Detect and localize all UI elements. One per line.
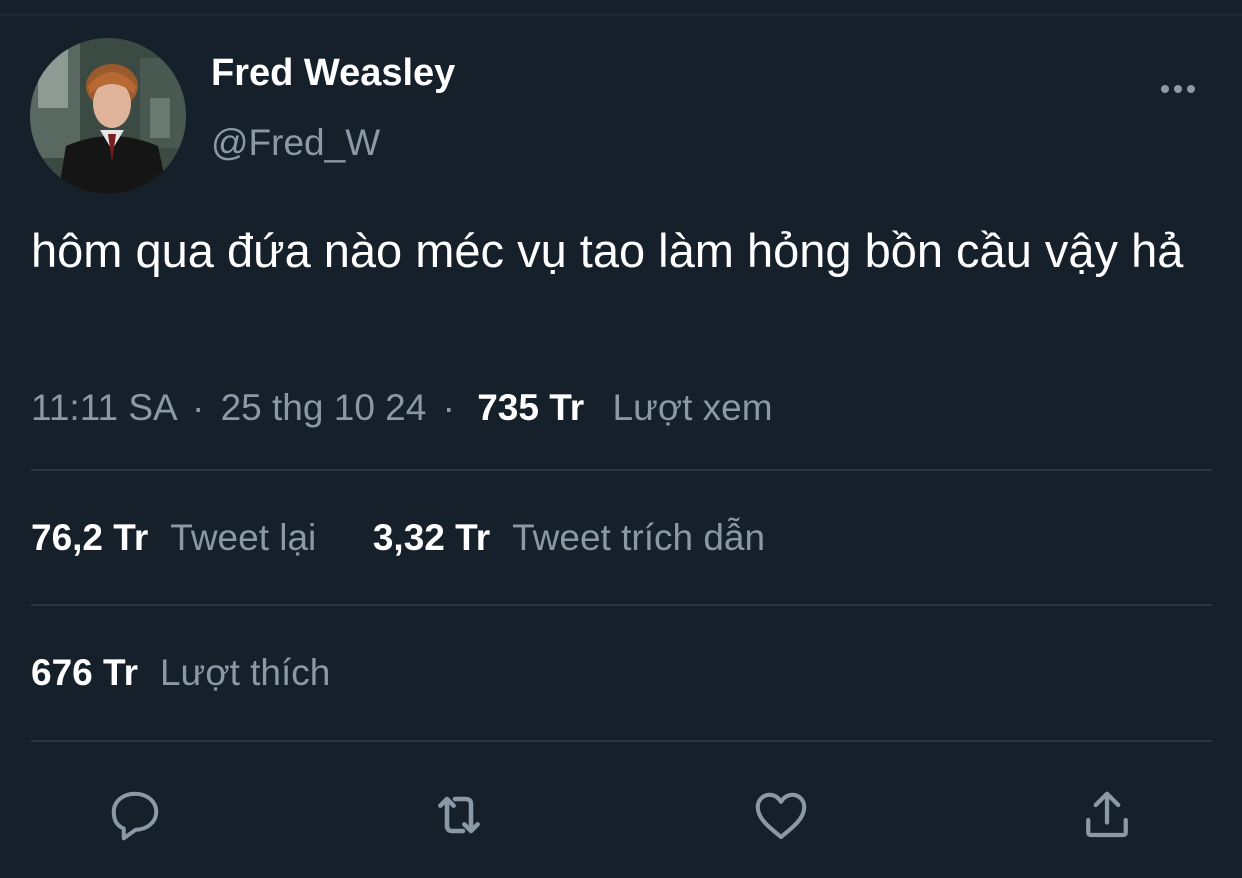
author-handle[interactable]: @Fred_W (211, 122, 380, 164)
like-icon (755, 792, 807, 840)
author-display-name[interactable]: Fred Weasley (211, 52, 455, 95)
retweets-label: Tweet lại (170, 517, 317, 558)
views-count: 735 Tr (477, 387, 585, 428)
quotes-label: Tweet trích dẫn (512, 517, 766, 558)
share-button[interactable] (1072, 780, 1142, 850)
likes-label: Lượt thích (159, 652, 331, 693)
retweet-quote-stats: 76,2 Tr Tweet lại 3,32 Tr Tweet trích dẫn (31, 517, 765, 559)
meta-separator: · (191, 387, 205, 428)
divider (31, 740, 1212, 742)
views-label: Lượt xem (612, 387, 773, 428)
divider (31, 604, 1212, 606)
quotes-stat[interactable]: 3,32 Tr Tweet trích dẫn (373, 517, 765, 558)
meta-separator: · (442, 387, 455, 428)
retweet-button[interactable] (424, 780, 494, 850)
avatar-image (30, 38, 186, 194)
tweet-date[interactable]: 25 thg 10 24 (221, 387, 427, 428)
reply-button[interactable] (100, 780, 170, 850)
divider (31, 469, 1212, 471)
tweet-time[interactable]: 11:11 SA (31, 387, 176, 428)
avatar[interactable] (30, 38, 186, 194)
action-bar (0, 780, 1242, 850)
retweet-icon (438, 796, 480, 834)
retweets-count: 76,2 Tr (31, 517, 149, 558)
more-options-icon[interactable] (1156, 76, 1200, 102)
tweet-text: hôm qua đứa nào méc vụ tao làm hỏng bồn … (31, 224, 1184, 277)
top-divider (0, 14, 1242, 16)
likes-count: 676 Tr (31, 652, 138, 693)
reply-icon (111, 791, 159, 841)
share-icon (1086, 791, 1128, 838)
retweets-stat[interactable]: 76,2 Tr Tweet lại (31, 517, 327, 558)
tweet-metadata: 11:11 SA · 25 thg 10 24 · 735 Tr Lượt xe… (31, 387, 773, 429)
like-button[interactable] (746, 780, 816, 850)
quotes-count: 3,32 Tr (372, 517, 491, 558)
likes-stat[interactable]: 676 Tr Lượt thích (31, 652, 330, 694)
